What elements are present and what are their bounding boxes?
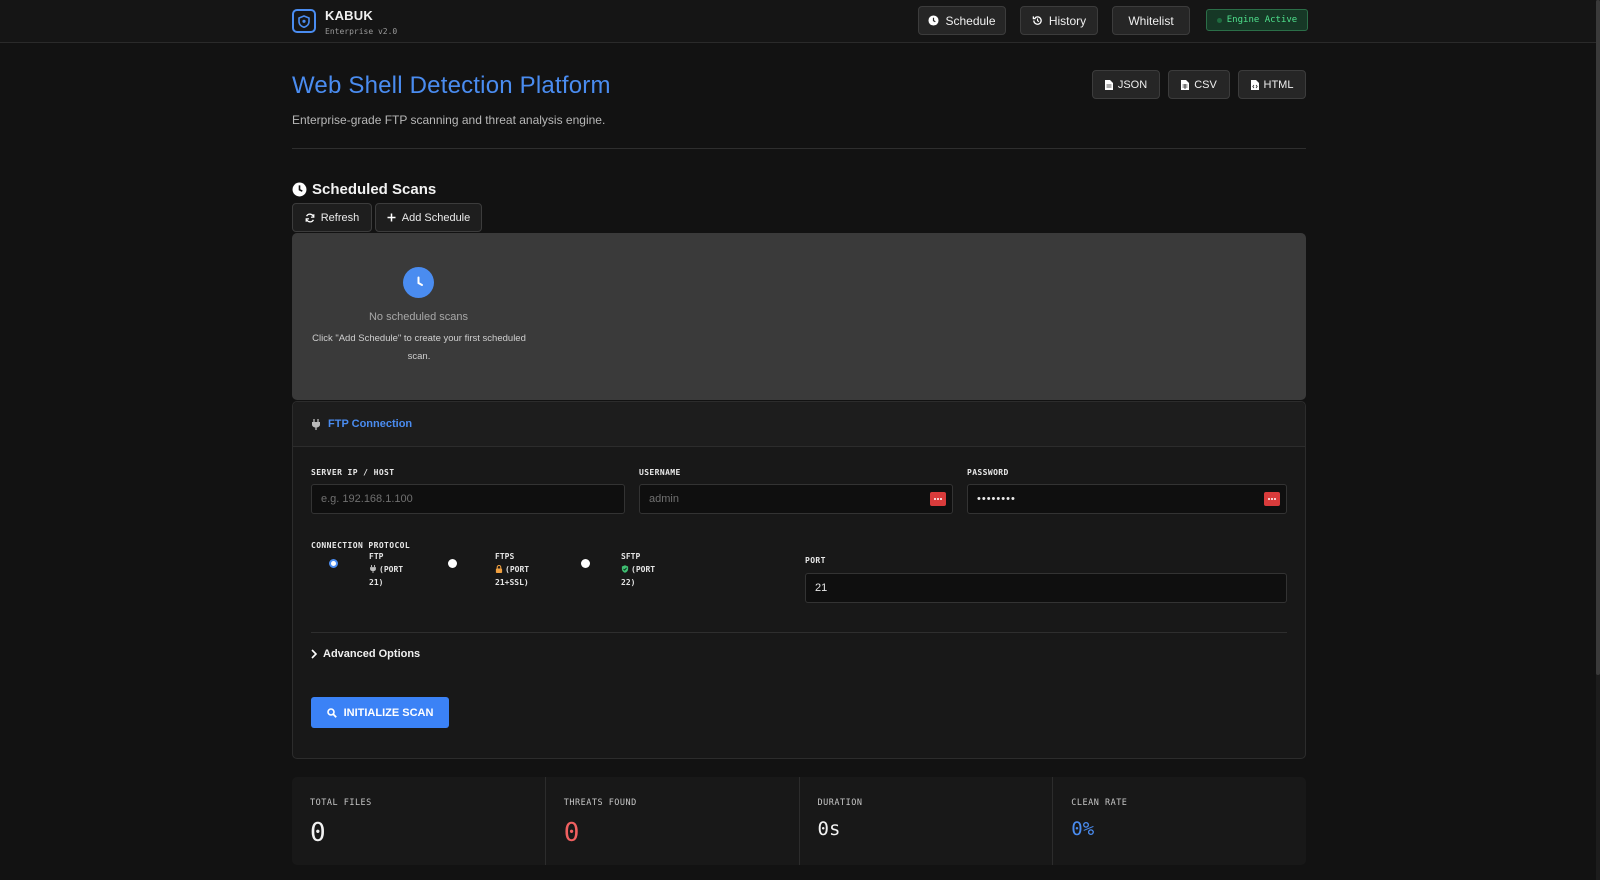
protocol-sftp-name: SFTP	[621, 552, 641, 561]
refresh-label: Refresh	[320, 211, 360, 224]
protocol-option-ftps[interactable]: FTPS (PORT 21+SSL)	[448, 550, 547, 589]
stat-clean-rate: CLEAN RATE 0%	[1053, 777, 1306, 865]
clock-icon	[928, 15, 940, 26]
password-input[interactable]	[967, 484, 1287, 514]
stat-total-files: TOTAL FILES 0	[292, 777, 546, 865]
password-autofill-key-icon[interactable]	[1264, 492, 1280, 506]
export-json-button[interactable]: JSON	[1092, 70, 1160, 99]
brand-version: Enterprise v2.0	[325, 27, 398, 36]
advanced-options-label: Advanced Options	[323, 648, 421, 660]
plug-icon	[312, 418, 320, 430]
file-icon	[1104, 79, 1113, 90]
stat-threats-found: THREATS FOUND 0	[546, 777, 800, 865]
engine-status-badge: Engine Active	[1206, 9, 1308, 31]
server-host-input[interactable]	[311, 484, 625, 514]
ftp-connection-header: FTP Connection	[293, 402, 1305, 447]
port-input[interactable]	[805, 573, 1287, 603]
search-icon	[326, 707, 337, 718]
clock-icon	[403, 267, 434, 298]
status-dot-icon	[1216, 17, 1222, 23]
stat-label: CLEAN RATE	[1071, 798, 1128, 808]
protocol-option-ftp[interactable]: FTP (PORT 21)	[329, 550, 421, 589]
refresh-icon	[305, 213, 315, 222]
stat-value: 0s	[817, 818, 841, 840]
protocol-ftp-name: FTP	[369, 552, 384, 561]
shield-check-icon	[621, 565, 629, 573]
export-csv-label: CSV	[1194, 78, 1217, 91]
stat-label: TOTAL FILES	[310, 798, 372, 808]
radio-ftp[interactable]	[329, 559, 338, 568]
connection-protocol-label: CONNECTION PROTOCOL	[311, 541, 411, 550]
export-csv-button[interactable]: CSV	[1168, 70, 1230, 99]
scan-stats: TOTAL FILES 0 THREATS FOUND 0 DURATION 0…	[292, 777, 1306, 865]
schedule-nav-label: Schedule	[945, 13, 996, 28]
plus-icon	[387, 213, 396, 222]
schedule-nav-button[interactable]: Schedule	[918, 6, 1006, 35]
stat-duration: DURATION 0s	[800, 777, 1054, 865]
stat-label: THREATS FOUND	[563, 798, 637, 808]
protocol-ftps-name: FTPS	[495, 552, 515, 561]
page-title: Web Shell Detection Platform	[292, 72, 611, 99]
server-host-label: SERVER IP / HOST	[311, 468, 395, 477]
file-code-icon	[1250, 79, 1259, 90]
username-autofill-key-icon[interactable]	[930, 492, 946, 506]
page-subtitle: Enterprise-grade FTP scanning and threat…	[292, 113, 606, 127]
stat-value: 0%	[1071, 818, 1095, 840]
whitelist-nav-button[interactable]: Whitelist	[1112, 6, 1190, 35]
initialize-scan-button[interactable]: INITIALIZE SCAN	[311, 697, 449, 728]
stat-label: DURATION	[817, 798, 863, 808]
radio-sftp[interactable]	[581, 559, 590, 568]
history-icon	[1032, 16, 1042, 25]
section-divider	[311, 632, 1287, 633]
plug-icon	[370, 565, 376, 573]
brand-name: KABUK	[325, 8, 373, 23]
empty-state-title: No scheduled scans	[368, 311, 469, 323]
scheduled-scans-heading: Scheduled Scans	[292, 181, 436, 198]
port-label: PORT	[805, 556, 826, 565]
advanced-options-toggle[interactable]: Advanced Options	[311, 648, 420, 660]
export-html-button[interactable]: HTML	[1238, 70, 1306, 99]
ftp-connection-card: FTP Connection SERVER IP / HOST USERNAME…	[292, 401, 1306, 759]
brand[interactable]: KABUK Enterprise v2.0	[292, 8, 397, 36]
header-divider	[292, 148, 1306, 149]
lock-icon	[495, 565, 503, 573]
ftp-connection-title: FTP Connection	[328, 418, 413, 430]
whitelist-nav-label: Whitelist	[1128, 13, 1174, 28]
username-input[interactable]	[639, 484, 953, 514]
username-label: USERNAME	[639, 468, 681, 477]
empty-state-hint: Click "Add Schedule" to create your firs…	[312, 333, 526, 362]
export-html-label: HTML	[1263, 78, 1294, 91]
file-csv-icon	[1181, 79, 1190, 90]
history-nav-button[interactable]: History	[1020, 6, 1098, 35]
scheduled-scans-panel: No scheduled scans Click "Add Schedule" …	[292, 233, 1306, 400]
stat-value: 0	[563, 818, 580, 848]
scrollbar-thumb[interactable]	[1596, 0, 1600, 675]
refresh-button[interactable]: Refresh	[292, 203, 372, 232]
scheduled-scans-title: Scheduled Scans	[312, 181, 437, 198]
protocol-option-sftp[interactable]: SFTP (PORT 22)	[581, 550, 673, 589]
export-json-label: JSON	[1117, 78, 1148, 91]
password-label: PASSWORD	[967, 468, 1009, 477]
clock-icon	[292, 182, 307, 197]
initialize-scan-label: INITIALIZE SCAN	[343, 706, 434, 719]
top-bar: KABUK Enterprise v2.0 Schedule History W…	[0, 0, 1596, 43]
stat-value: 0	[310, 818, 326, 848]
page-scrollbar[interactable]	[1596, 0, 1600, 880]
history-nav-label: History	[1048, 13, 1087, 28]
engine-status-label: Engine Active	[1226, 15, 1298, 25]
shield-logo-icon	[292, 9, 316, 33]
chevron-right-icon	[311, 649, 317, 659]
radio-ftps[interactable]	[448, 559, 457, 568]
add-schedule-button[interactable]: Add Schedule	[375, 203, 482, 232]
add-schedule-label: Add Schedule	[401, 211, 471, 224]
